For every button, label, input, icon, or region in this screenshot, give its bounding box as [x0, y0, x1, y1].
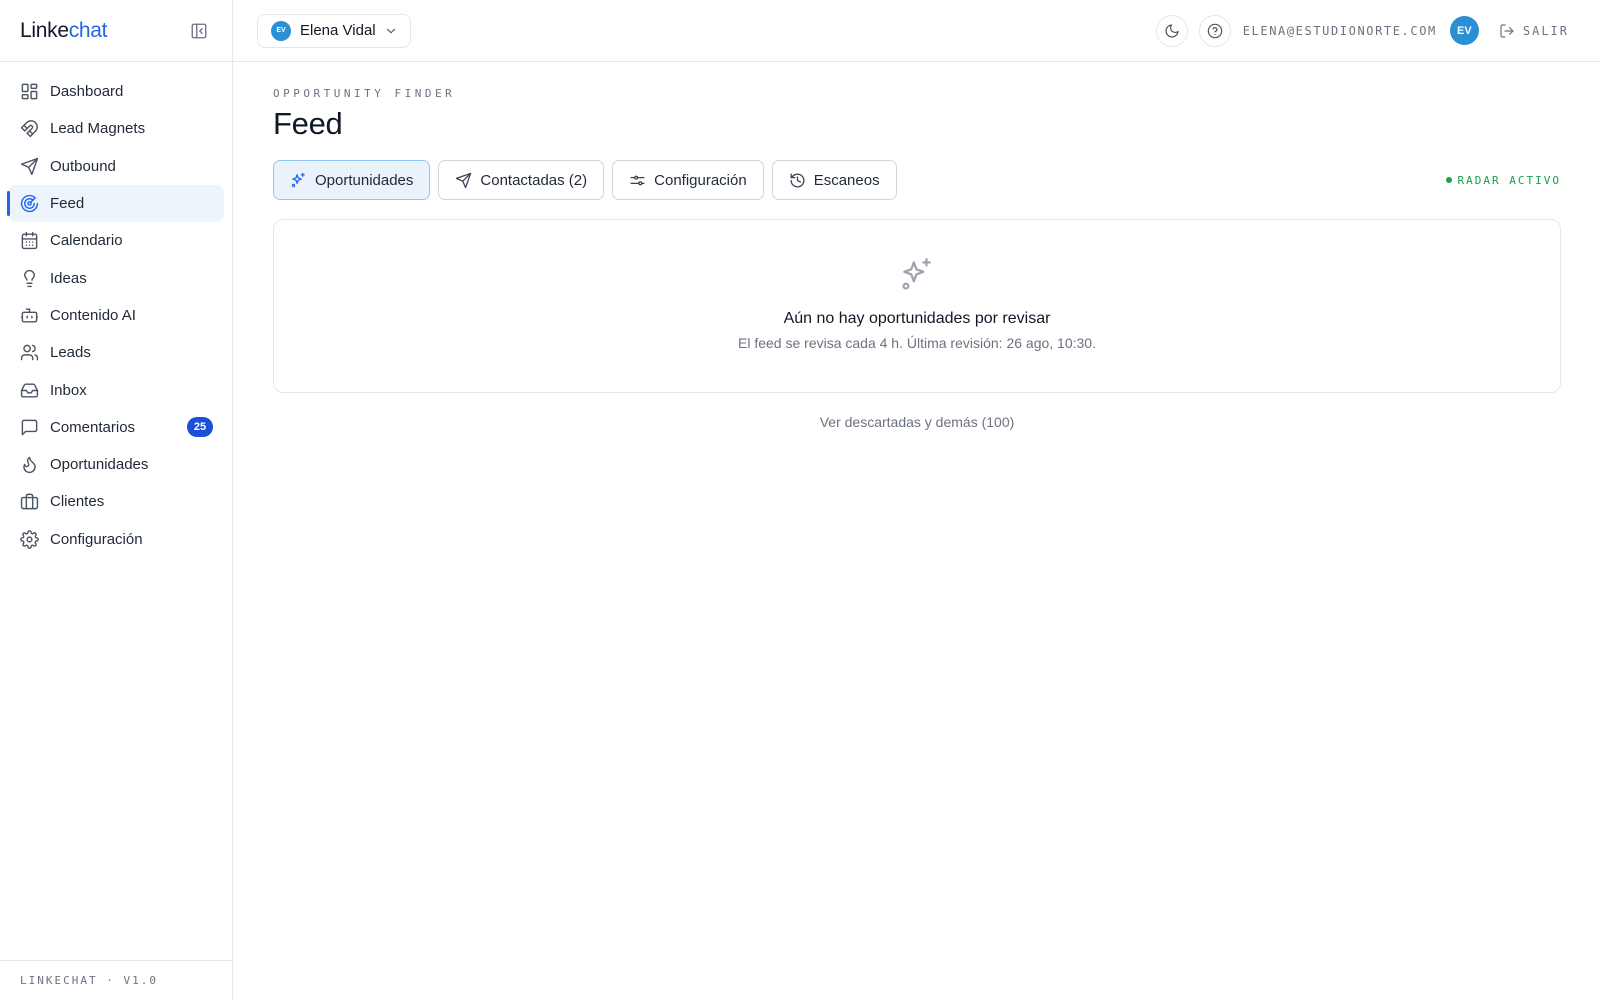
sidebar-item-label: Dashboard — [50, 83, 124, 101]
status-dot — [1445, 177, 1452, 183]
sidebar-item-dashboard[interactable]: Dashboard — [8, 73, 224, 110]
sparkles-icon — [290, 172, 315, 189]
sidebar-item-outbound[interactable]: Outbound — [8, 148, 224, 185]
inbox-icon — [20, 381, 39, 400]
radar-status: RADAR ACTIVO — [1445, 173, 1561, 187]
page-title: Feed — [273, 106, 343, 141]
sidebar-item-label: Clientes — [50, 493, 105, 511]
tab-label: Contactadas (2) — [480, 171, 588, 189]
sidebar-item-label: Leads — [50, 344, 91, 362]
tab-label: Oportunidades — [315, 171, 414, 189]
lightbulb-icon — [20, 269, 39, 288]
account-selector[interactable]: EV Elena Vidal — [257, 13, 411, 48]
sidebar-nav: Dashboard Lead Magnets Outbound Feed Cal… — [0, 62, 232, 558]
logout-label: SALIR — [1522, 23, 1569, 38]
sidebar-item-label: Oportunidades — [50, 456, 149, 474]
user-email: ELENA@ESTUDIONORTE.COM — [1242, 23, 1437, 38]
tab-label: Escaneos — [813, 171, 880, 189]
tab-configuracion[interactable]: Configuración — [612, 160, 764, 200]
sidebar-item-feed[interactable]: Feed — [7, 184, 224, 223]
sidebar-item-label: Contenido AI — [50, 306, 136, 324]
sparkles-icon — [898, 256, 936, 294]
app-logo[interactable]: Linkechat — [20, 18, 108, 43]
tab-contactadas[interactable]: Contactadas (2) — [438, 160, 605, 200]
empty-state-card: Aún no hay oportunidades por revisar El … — [273, 219, 1561, 393]
sidebar-item-label: Comentarios — [50, 418, 136, 436]
moon-icon — [1164, 23, 1180, 39]
help-button[interactable] — [1198, 14, 1231, 47]
sidebar-item-configuracion[interactable]: Configuración — [8, 521, 224, 558]
sidebar: Linkechat Dashboard Lead Magnets Outboun… — [0, 0, 233, 1000]
app-version: LINKECHAT · V1.0 — [0, 960, 232, 1000]
sidebar-item-leads[interactable]: Leads — [8, 334, 224, 371]
magnet-icon — [20, 119, 39, 138]
sidebar-item-label: Outbound — [50, 157, 116, 175]
tab-label: Configuración — [654, 171, 747, 189]
collapse-sidebar-icon[interactable] — [190, 22, 208, 40]
sliders-icon — [629, 172, 654, 189]
sidebar-item-contenido-ai[interactable]: Contenido AI — [8, 297, 224, 334]
tabs-row: Oportunidades Contactadas (2) Configurac… — [273, 160, 1561, 200]
sidebar-item-clientes[interactable]: Clientes — [8, 483, 224, 520]
page-eyebrow: OPPORTUNITY FINDER — [273, 87, 456, 100]
bot-icon — [20, 306, 39, 325]
calendar-icon — [20, 231, 39, 250]
sidebar-item-calendario[interactable]: Calendario — [8, 222, 224, 259]
sidebar-item-comentarios[interactable]: Comentarios 25 — [8, 409, 224, 446]
radar-status-label: RADAR ACTIVO — [1457, 173, 1561, 187]
sidebar-item-label: Lead Magnets — [50, 120, 146, 138]
sidebar-item-label: Configuración — [50, 530, 143, 548]
sidebar-item-inbox[interactable]: Inbox — [8, 371, 224, 408]
main-content: OPPORTUNITY FINDER Feed Oportunidades Co… — [273, 62, 1561, 430]
account-avatar: EV — [271, 20, 291, 41]
sidebar-item-label: Inbox — [50, 381, 87, 399]
help-icon — [1207, 23, 1223, 39]
flame-icon — [20, 455, 39, 474]
chevron-down-icon — [384, 24, 398, 38]
comment-icon — [20, 418, 39, 437]
logout-button[interactable]: SALIR — [1499, 23, 1569, 39]
account-name: Elena Vidal — [300, 22, 376, 39]
empty-state-subtitle: El feed se revisa cada 4 h. Última revis… — [738, 335, 1096, 351]
sidebar-item-ideas[interactable]: Ideas — [8, 259, 224, 296]
briefcase-icon — [20, 492, 39, 511]
topbar: EV Elena Vidal ELENA@ESTUDIONORTE.COM EV… — [233, 0, 1600, 62]
tab-escaneos[interactable]: Escaneos — [771, 160, 897, 200]
dashboard-icon — [20, 82, 39, 101]
sidebar-item-oportunidades[interactable]: Oportunidades — [8, 446, 224, 483]
theme-toggle-button[interactable] — [1155, 14, 1188, 47]
view-discarded-link[interactable]: Ver descartadas y demás (100) — [273, 414, 1561, 430]
send-icon — [455, 172, 480, 189]
comment-count-badge: 25 — [187, 417, 213, 438]
sidebar-item-lead-magnets[interactable]: Lead Magnets — [8, 110, 224, 147]
empty-state-title: Aún no hay oportunidades por revisar — [783, 310, 1051, 327]
sidebar-item-label: Feed — [50, 195, 85, 213]
sidebar-item-label: Calendario — [50, 232, 123, 250]
tab-oportunidades[interactable]: Oportunidades — [273, 160, 431, 200]
history-icon — [789, 172, 814, 189]
send-icon — [20, 157, 39, 176]
users-icon — [20, 343, 39, 362]
topbar-actions: ELENA@ESTUDIONORTE.COM EV SALIR — [1155, 14, 1600, 47]
user-avatar[interactable]: EV — [1449, 16, 1479, 45]
radar-icon — [20, 194, 39, 213]
sidebar-item-label: Ideas — [50, 269, 87, 287]
logo-text: Linke — [20, 18, 69, 42]
sidebar-header: Linkechat — [0, 0, 232, 62]
logout-icon — [1499, 23, 1523, 39]
gear-icon — [20, 529, 39, 549]
logo-accent-text: chat — [68, 18, 108, 42]
